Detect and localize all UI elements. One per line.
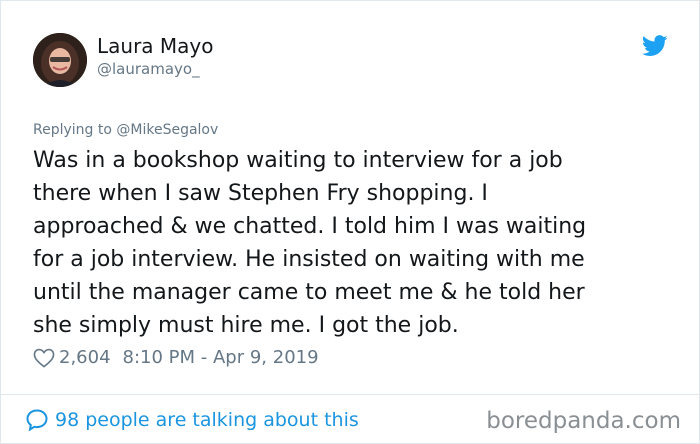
replying-to[interactable]: Replying to @MikeSegalov <box>33 121 218 139</box>
tweet-text-line: until the manager came to meet me & he t… <box>33 280 585 305</box>
tweet-meta: 2,604 8:10 PM - Apr 9, 2019 <box>33 344 319 370</box>
author-handle[interactable]: @lauramayo_ <box>97 60 200 78</box>
tweet-text: Was in a bookshop waiting to interview f… <box>33 144 683 342</box>
divider <box>1 394 700 395</box>
conversation-link[interactable]: 98 people are talking about this <box>25 406 359 434</box>
conversation-label[interactable]: 98 people are talking about this <box>55 409 359 431</box>
tweet-text-line: for a job interview. He insisted on wait… <box>33 247 585 272</box>
tweet-timestamp[interactable]: 8:10 PM - Apr 9, 2019 <box>123 347 319 368</box>
avatar[interactable] <box>33 33 87 87</box>
heart-icon[interactable] <box>33 348 55 368</box>
tweet-card: Laura Mayo @lauramayo_ Replying to @Mike… <box>0 0 700 444</box>
speech-bubble-icon <box>26 409 48 432</box>
twitter-bird-icon[interactable] <box>642 35 668 57</box>
avatar-photo <box>33 33 87 87</box>
tweet-text-line: approached & we chatted. I told him I wa… <box>33 214 587 239</box>
like-count[interactable]: 2,604 <box>59 347 111 368</box>
tweet-text-line: she simply must hire me. I got the job. <box>33 313 459 338</box>
tweet-text-line: there when I saw Stephen Fry shopping. I <box>33 181 488 206</box>
tweet-text-line: Was in a bookshop waiting to interview f… <box>33 148 563 173</box>
author-name[interactable]: Laura Mayo <box>97 34 214 58</box>
watermark: boredpanda.com <box>486 408 681 434</box>
